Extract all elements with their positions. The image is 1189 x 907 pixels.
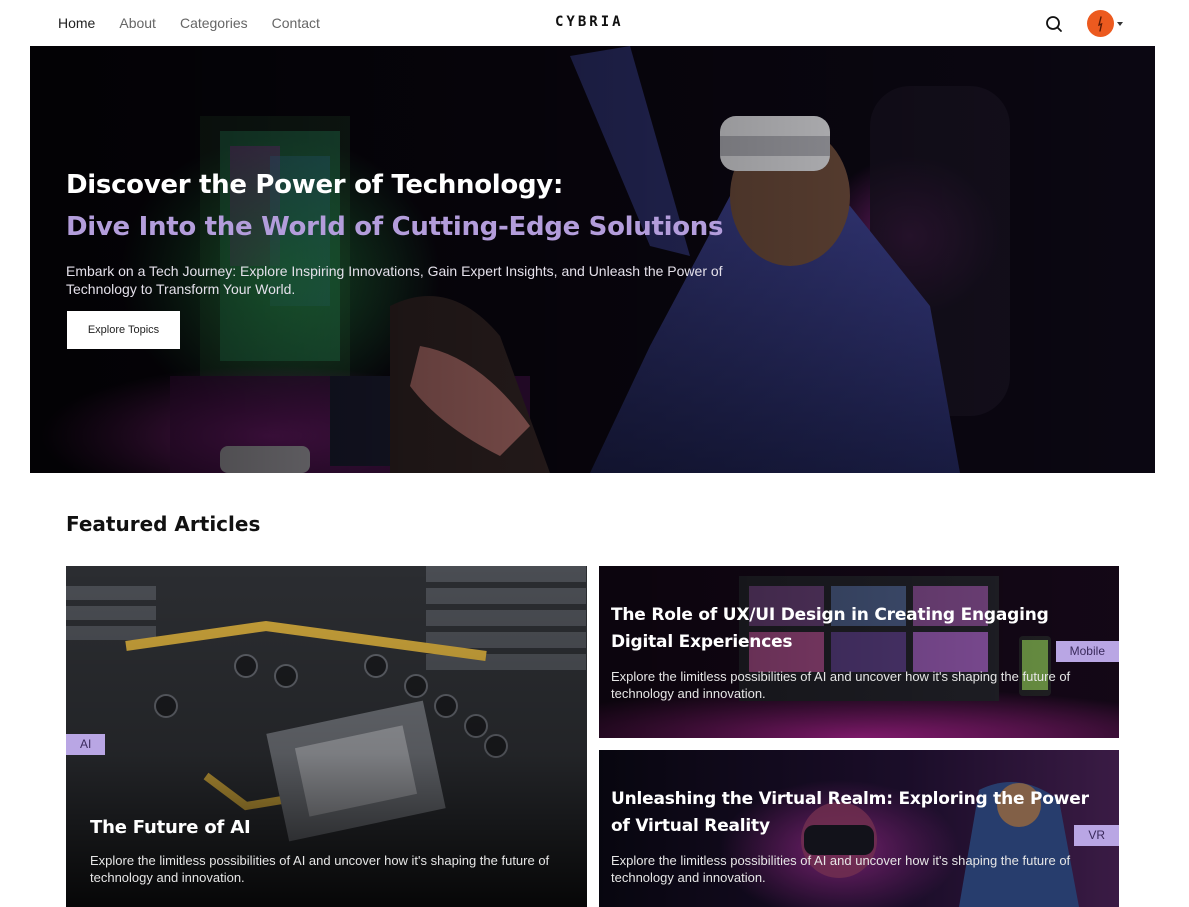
user-menu[interactable] [1087,10,1123,37]
article-title: The Future of AI [90,817,251,838]
article-card-uxui[interactable]: The Role of UX/UI Design in Creating Eng… [599,566,1119,738]
article-description: Explore the limitless possibilities of A… [611,669,1071,701]
hero-description: Embark on a Tech Journey: Explore Inspir… [66,263,723,297]
hero-subtitle: Dive Into the World of Cutting-Edge Solu… [66,212,724,242]
nav-link-contact[interactable]: Contact [272,15,320,31]
nav-link-about[interactable]: About [119,15,156,31]
hero-banner: Discover the Power of Technology: Dive I… [30,46,1155,473]
tag-badge[interactable]: VR [1074,825,1119,846]
article-card-ai[interactable]: AI The Future of AI Explore the limitles… [66,566,587,907]
nav-link-home[interactable]: Home [58,15,95,31]
hero-background-image [30,46,1155,473]
tag-badge[interactable]: Mobile [1055,641,1119,662]
hero-title: Discover the Power of Technology: [66,170,564,200]
nav-link-categories[interactable]: Categories [180,15,248,31]
chevron-down-icon [1117,21,1123,26]
site-logo[interactable]: CYBRIA [555,14,624,30]
tag-badge[interactable]: AI [66,734,106,755]
search-icon[interactable] [1044,14,1064,34]
article-card-vr[interactable]: Unleashing the Virtual Realm: Exploring … [599,750,1119,907]
article-title: Unleashing the Virtual Realm: Exploring … [611,789,1089,836]
nav-links: Home About Categories Contact [58,15,344,31]
article-title: The Role of UX/UI Design in Creating Eng… [611,605,1049,652]
article-description: Explore the limitless possibilities of A… [611,853,1071,885]
top-navbar: Home About Categories Contact CYBRIA [30,0,1155,46]
featured-articles-heading: Featured Articles [66,512,261,536]
user-avatar-icon[interactable] [1087,10,1114,37]
article-description: Explore the limitless possibilities of A… [90,853,550,885]
explore-topics-button[interactable]: Explore Topics [67,311,180,349]
